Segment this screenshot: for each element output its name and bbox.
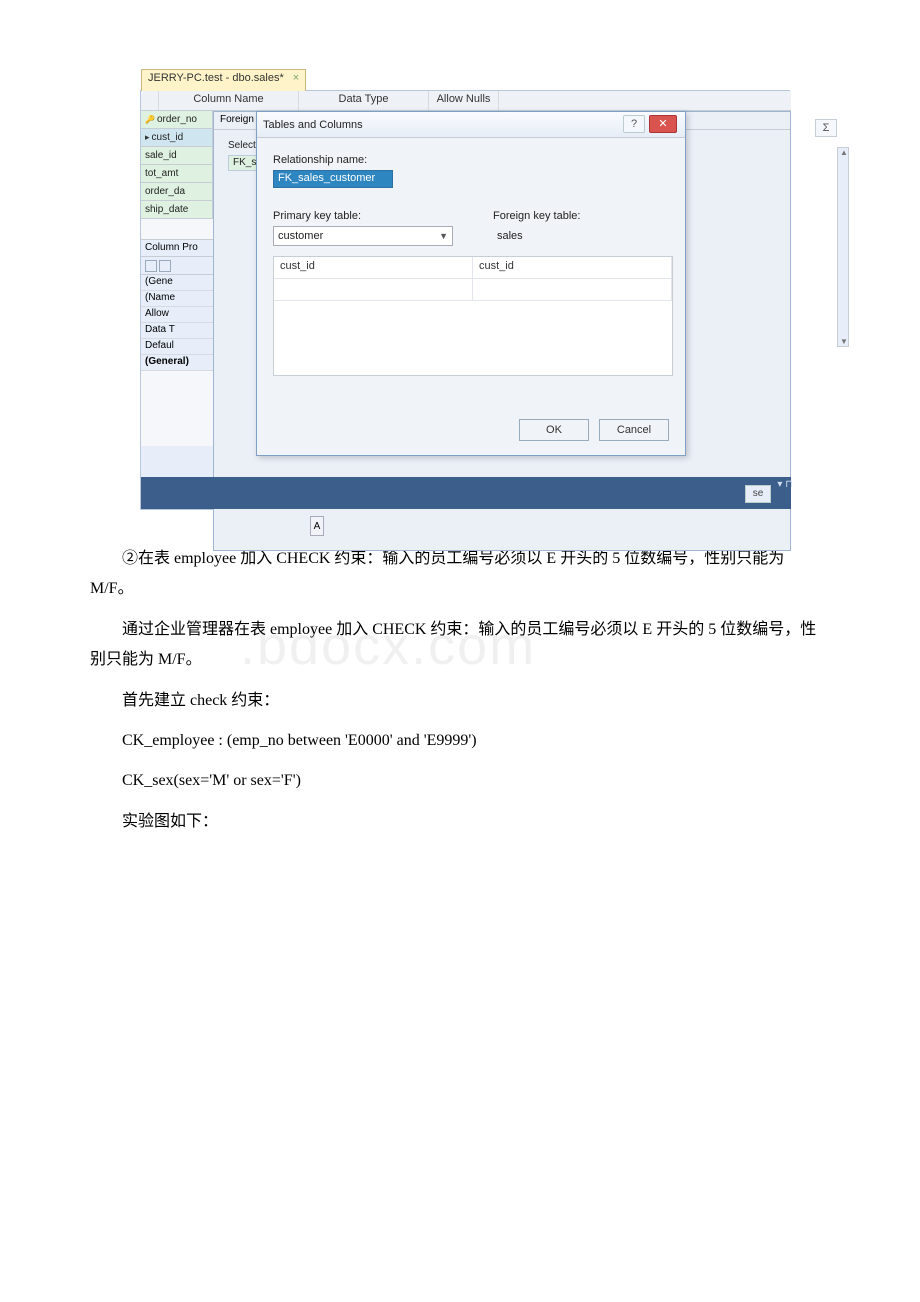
table-row[interactable]: tot_amt <box>141 165 213 183</box>
pin-icon[interactable]: ▾ ⊓ <box>777 479 793 490</box>
column-properties-panel: Column Pro (Gene (Name Allow Data T Defa… <box>141 239 213 371</box>
pk-column-cell[interactable]: cust_id <box>274 257 473 278</box>
sigma-icon[interactable]: Σ <box>815 119 837 137</box>
table-row[interactable]: cust_id <box>141 129 213 147</box>
pk-table-label: Primary key table: <box>273 210 453 222</box>
table-row[interactable]: cust_id cust_id <box>274 257 672 279</box>
fk-column-cell[interactable]: cust_id <box>473 257 672 278</box>
row-selector-header <box>141 91 159 110</box>
paragraph: 首先建立 check 约束： <box>90 686 830 716</box>
prop-row: (Gene <box>141 275 213 291</box>
ok-button[interactable]: OK <box>519 419 589 441</box>
fk-column-cell[interactable] <box>473 279 672 300</box>
scrollbar[interactable] <box>837 147 849 347</box>
table-row[interactable]: sale_id <box>141 147 213 165</box>
alphabetical-icon[interactable] <box>159 260 171 272</box>
pk-column-cell[interactable] <box>274 279 473 300</box>
status-fragment: se <box>745 485 771 503</box>
dialog-title: Tables and Columns <box>263 119 363 131</box>
column-properties-title: Column Pro <box>141 239 213 257</box>
table-row[interactable]: order_da <box>141 183 213 201</box>
close-icon[interactable]: ✕ <box>649 115 677 133</box>
document-body: ②在表 employee 加入 CHECK 约束：输入的员工编号必须以 E 开头… <box>0 510 920 837</box>
cancel-button[interactable]: Cancel <box>599 419 669 441</box>
prop-row: Defaul <box>141 339 213 355</box>
paragraph: CK_sex(sex='M' or sex='F') <box>90 766 830 796</box>
status-bar: se ▾ ⊓ <box>141 477 791 509</box>
document-tab[interactable]: JERRY-PC.test - dbo.sales* × <box>141 69 306 91</box>
relationship-name-label: Relationship name: <box>273 154 669 166</box>
paragraph: ②在表 employee 加入 CHECK 约束：输入的员工编号必须以 E 开头… <box>90 544 830 605</box>
column-rows: order_no cust_id sale_id tot_amt order_d… <box>141 111 213 219</box>
ssms-screenshot: JERRY-PC.test - dbo.sales* × Column Name… <box>140 90 790 510</box>
paragraph: 通过企业管理器在表 employee 加入 CHECK 约束：输入的员工编号必须… <box>90 615 830 676</box>
col-name-header: Column Name <box>159 91 299 110</box>
add-button[interactable]: A <box>310 516 324 536</box>
tables-and-columns-dialog: Tables and Columns ? ✕ Relationship name… <box>256 111 686 456</box>
fk-table-value: sales <box>493 226 673 246</box>
columns-grid[interactable]: cust_id cust_id <box>273 256 673 376</box>
categorized-icon[interactable] <box>145 260 157 272</box>
table-row[interactable]: ship_date <box>141 201 213 219</box>
data-type-header: Data Type <box>299 91 429 110</box>
prop-row: Data T <box>141 323 213 339</box>
pk-table-select[interactable]: customer ▼ <box>273 226 453 246</box>
fk-table-label: Foreign key table: <box>493 210 673 222</box>
table-row[interactable] <box>274 279 672 301</box>
properties-toolbar <box>141 257 213 275</box>
allow-nulls-header: Allow Nulls <box>429 91 499 110</box>
close-icon[interactable]: × <box>293 72 299 84</box>
dialog-title-bar: Tables and Columns ? ✕ <box>257 112 685 138</box>
paragraph: 实验图如下： <box>90 807 830 837</box>
chevron-down-icon: ▼ <box>439 231 448 241</box>
tab-title: JERRY-PC.test - dbo.sales* <box>148 72 284 84</box>
help-icon[interactable]: ? <box>623 115 645 133</box>
pk-table-value: customer <box>278 230 323 242</box>
relationship-name-input[interactable]: FK_sales_customer <box>273 170 393 188</box>
table-row[interactable]: order_no <box>141 111 213 129</box>
prop-row: (Name <box>141 291 213 307</box>
prop-row: (General) <box>141 355 213 371</box>
prop-row: Allow <box>141 307 213 323</box>
grid-header: Column Name Data Type Allow Nulls <box>141 91 791 111</box>
paragraph: CK_employee : (emp_no between 'E0000' an… <box>90 726 830 756</box>
